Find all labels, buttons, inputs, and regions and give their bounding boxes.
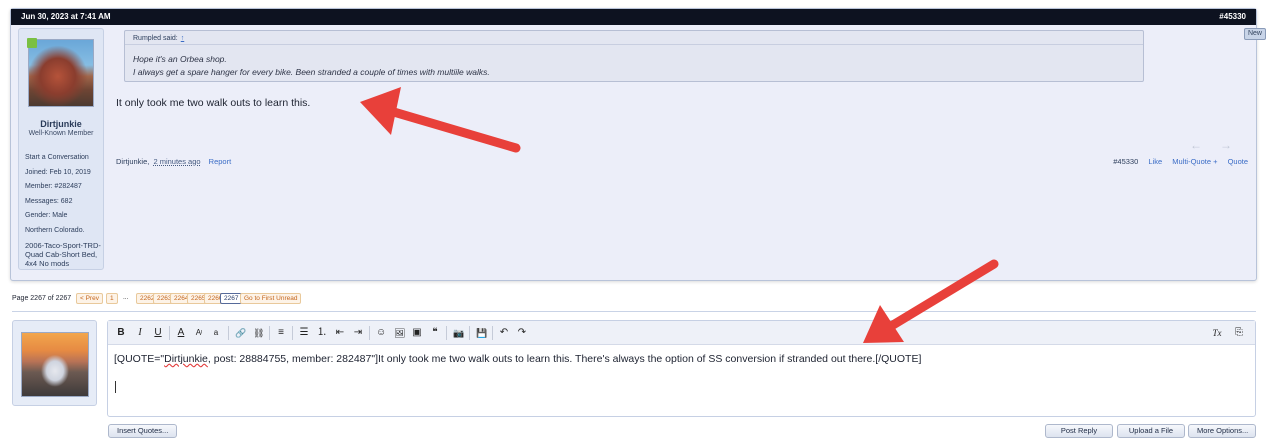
- post-actions: #45330 Like Multi-Quote + Quote: [1105, 157, 1248, 166]
- post-nav-arrows: ←→: [1190, 138, 1250, 152]
- more-options-button[interactable]: More Options...: [1188, 424, 1256, 438]
- toggle-bbcode-icon[interactable]: ⎘: [1232, 325, 1246, 341]
- quote-line-1: Hope it's an Orbea shop.: [133, 54, 227, 64]
- quote-link[interactable]: Quote: [1228, 157, 1248, 166]
- quote-attribution: Rumpled said: ↑: [133, 35, 184, 42]
- post-time-link[interactable]: 2 minutes ago: [153, 157, 200, 166]
- post-number-link[interactable]: #45330: [1219, 12, 1246, 21]
- page-ellipsis: ...: [123, 294, 129, 301]
- multi-quote-link[interactable]: Multi-Quote +: [1172, 157, 1217, 166]
- post-reply-button[interactable]: Post Reply: [1045, 424, 1113, 438]
- start-conversation-link[interactable]: Start a Conversation: [25, 151, 103, 166]
- font-size-icon[interactable]: Aᵎ: [192, 325, 206, 341]
- first-unread-button[interactable]: Go to First Unread: [240, 293, 302, 304]
- toolbar-divider: [492, 326, 493, 340]
- toolbar-divider: [446, 326, 447, 340]
- next-arrow-icon[interactable]: →: [1220, 138, 1250, 152]
- prev-arrow-icon[interactable]: ←: [1190, 138, 1220, 152]
- quote-block: Rumpled said: ↑ Hope it's an Orbea shop. …: [124, 30, 1144, 82]
- joined-date: Joined: Feb 10, 2019: [25, 168, 91, 176]
- composer-avatar-panel: [12, 320, 97, 406]
- page-label: Page 2267 of 2267: [12, 295, 72, 302]
- message-count: Messages: 682: [25, 197, 73, 205]
- font-color-icon[interactable]: A: [174, 325, 188, 341]
- spellcheck-word: Dirtjunkie: [164, 353, 208, 365]
- user-info-panel: Dirtjunkie Well-Known Member Start a Con…: [18, 28, 104, 270]
- toolbar-divider: [228, 326, 229, 340]
- toolbar-divider: [469, 326, 470, 340]
- toolbar-divider: [269, 326, 270, 340]
- upload-file-button[interactable]: Upload a File: [1117, 424, 1185, 438]
- gender: Gender: Male: [25, 212, 68, 219]
- toolbar-divider: [369, 326, 370, 340]
- insert-quotes-button[interactable]: Insert Quotes...: [108, 424, 178, 438]
- post-permalink[interactable]: #45330: [1113, 157, 1138, 166]
- location: Northern Colorado.: [25, 226, 85, 234]
- quote-author: Rumpled said:: [133, 35, 178, 42]
- like-link[interactable]: Like: [1148, 157, 1162, 166]
- bold-icon[interactable]: B: [114, 325, 128, 341]
- jump-to-quote-icon[interactable]: ↑: [181, 35, 185, 42]
- new-badge: New: [1244, 28, 1266, 40]
- outdent-icon[interactable]: ⇤: [333, 325, 347, 341]
- text-caret: [115, 381, 116, 393]
- numbered-list-icon[interactable]: ⒈: [315, 325, 329, 341]
- user-signature: 2006-Taco-Sport-TRD-Quad Cab-Short Bed, …: [25, 241, 101, 268]
- quote-line-2: I always get a spare hanger for every bi…: [133, 67, 490, 77]
- prev-page-button[interactable]: < Prev: [76, 293, 103, 304]
- user-stats: Start a Conversation Joined: Feb 10, 201…: [25, 151, 103, 268]
- unlink-icon[interactable]: ⛓: [251, 325, 266, 341]
- italic-icon[interactable]: I: [133, 325, 147, 341]
- user-title: Well-Known Member: [28, 130, 94, 137]
- quote-body: Hope it's an Orbea shop. I always get a …: [133, 53, 490, 79]
- avatar[interactable]: [21, 332, 89, 397]
- underline-icon[interactable]: U: [151, 325, 165, 341]
- editor-toolbar: B I U A Aᵎ a 🔗 ⛓ ≡ ☰ ⒈ ⇤ ⇥ ☺ 🖼 ▣ ❝ 📷 💾 ↶…: [108, 321, 1255, 345]
- footer-author-link[interactable]: Dirtjunkie,: [116, 157, 149, 166]
- quote-divider: [125, 44, 1143, 45]
- bullet-list-icon[interactable]: ☰: [297, 325, 311, 341]
- section-divider: [12, 311, 1256, 312]
- toolbar-divider: [292, 326, 293, 340]
- undo-icon[interactable]: ↶: [497, 325, 511, 341]
- indent-icon[interactable]: ⇥: [351, 325, 365, 341]
- editor-content[interactable]: [QUOTE="Dirtjunkie, post: 28884755, memb…: [114, 353, 1244, 365]
- font-family-icon[interactable]: a: [209, 325, 223, 341]
- member-number: Member: #282487: [25, 183, 82, 190]
- page-1-link[interactable]: 1: [106, 293, 118, 304]
- post-date: Jun 30, 2023 at 7:41 AM: [21, 12, 111, 21]
- post-message: It only took me two walk outs to learn t…: [116, 97, 311, 109]
- camera-icon[interactable]: 📷: [451, 325, 466, 341]
- post-header: Jun 30, 2023 at 7:41 AM #45330: [11, 9, 1256, 25]
- username-link[interactable]: Dirtjunkie: [19, 119, 103, 129]
- report-link[interactable]: Report: [209, 157, 232, 166]
- save-draft-icon[interactable]: 💾: [474, 325, 489, 341]
- align-icon[interactable]: ≡: [274, 325, 288, 341]
- media-icon[interactable]: ▣: [410, 325, 424, 341]
- avatar[interactable]: [27, 38, 94, 107]
- redo-icon[interactable]: ↷: [515, 325, 529, 341]
- remove-format-icon[interactable]: Tx: [1210, 325, 1224, 341]
- toolbar-divider: [169, 326, 170, 340]
- post-footer: Dirtjunkie, 2 minutes ago Report: [116, 157, 231, 166]
- reply-editor[interactable]: B I U A Aᵎ a 🔗 ⛓ ≡ ☰ ⒈ ⇤ ⇥ ☺ 🖼 ▣ ❝ 📷 💾 ↶…: [107, 320, 1256, 417]
- quote-open-tag: [QUOTE=": [114, 353, 165, 365]
- quote-remainder: , post: 28884755, member: 282487"]It onl…: [207, 353, 922, 365]
- smilies-icon[interactable]: ☺: [374, 325, 388, 341]
- quote-icon[interactable]: ❝: [428, 325, 442, 341]
- image-icon[interactable]: 🖼: [392, 325, 407, 341]
- link-icon[interactable]: 🔗: [233, 325, 248, 341]
